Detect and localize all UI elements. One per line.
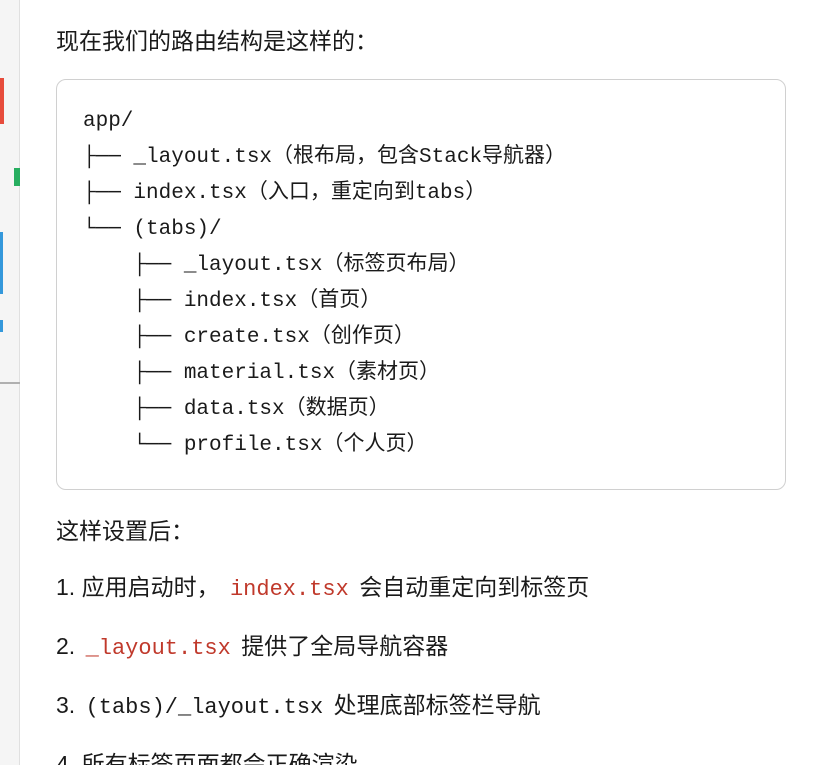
list-num: 3.: [56, 692, 75, 718]
list-num: 1.: [56, 574, 75, 600]
sidebar-divider: [0, 382, 20, 384]
intro-paragraph: 现在我们的路由结构是这样的：: [56, 24, 786, 59]
list-num: 2.: [56, 633, 75, 659]
list-text-after: 会自动重定向到标签页: [359, 574, 589, 600]
list-text-after: 处理底部标签栏导航: [334, 692, 541, 718]
sidebar: [0, 0, 20, 765]
list-text-before: 应用启动时，: [82, 574, 220, 600]
after-paragraph: 这样设置后：: [56, 514, 786, 549]
inline-code: index.tsx: [226, 577, 353, 602]
main-content: 现在我们的路由结构是这样的： app/ ├── _layout.tsx（根布局，…: [20, 0, 822, 765]
inline-code-plain: (tabs)/_layout.tsx: [82, 695, 328, 720]
list-text-after: 所有标签页面都会正确渲染: [82, 751, 358, 765]
list-num: 4.: [56, 751, 75, 765]
list-item-3: 3. (tabs)/_layout.tsx 处理底部标签栏导航: [56, 688, 786, 725]
sidebar-marker-blue-1: [0, 232, 3, 294]
sidebar-marker-green: [14, 168, 20, 186]
list-item-2: 2. _layout.tsx 提供了全局导航容器: [56, 629, 786, 666]
inline-code: _layout.tsx: [82, 636, 235, 661]
sidebar-marker-blue-2: [0, 320, 3, 332]
list-text-after: 提供了全局导航容器: [241, 633, 448, 659]
sidebar-marker-red: [0, 78, 4, 124]
code-block-file-tree: app/ ├── _layout.tsx（根布局，包含Stack导航器） ├──…: [56, 79, 786, 490]
list-item-1: 1. 应用启动时， index.tsx 会自动重定向到标签页: [56, 570, 786, 607]
list-item-4: 4. 所有标签页面都会正确渲染: [56, 747, 786, 765]
